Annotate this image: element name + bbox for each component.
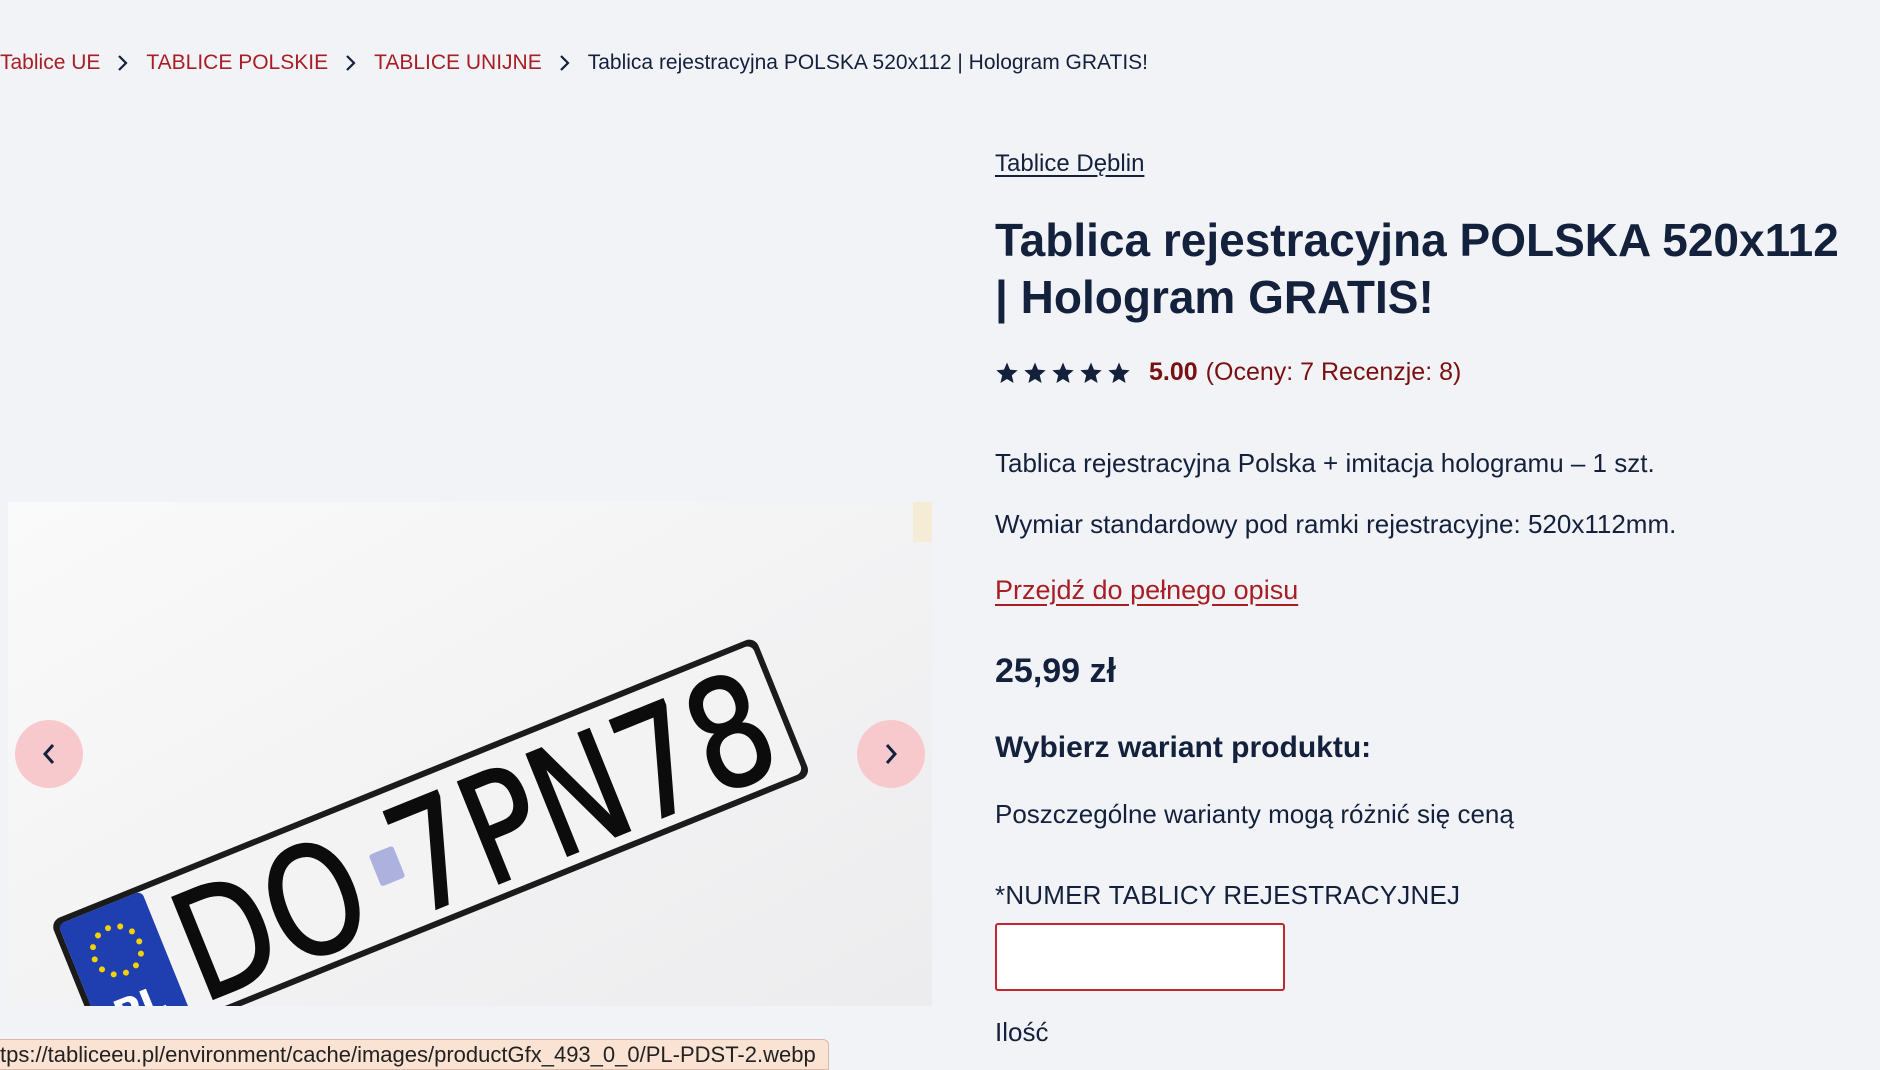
product-image-license-plate: PL DO 7PN78 [8,502,932,1006]
star-icon [1108,362,1130,383]
variant-note: Poszczególne warianty mogą różnić się ce… [995,799,1514,829]
breadcrumb: Tablice UE TABLICE POLSKIE TABLICE UNIJN… [0,50,1148,76]
product-rating[interactable]: 5.00 (Oceny: 7 Recenzje: 8) [995,358,1855,387]
product-gallery[interactable]: PL DO 7PN78 [8,502,932,1006]
chevron-right-icon [885,744,898,764]
gallery-next-button[interactable] [857,720,925,788]
gallery-prev-button[interactable] [15,720,83,788]
star-icon [1024,362,1046,383]
description-line: Tablica rejestracyjna Polska + imitacja … [995,448,1655,478]
rating-score: 5.00 [1149,358,1198,386]
star-icon [1052,362,1074,383]
star-icon [996,362,1018,383]
plate-number-input[interactable] [995,923,1285,991]
short-description: Tablica rejestracyjna Polska + imitacja … [995,445,1855,542]
quantity-label: Ilość [995,1017,1049,1047]
plate-number-label: *NUMER TABLICY REJESTRACYJNEJ [995,880,1461,910]
browser-status-url: tps://tabliceeu.pl/environment/cache/ima… [0,1039,829,1070]
full-description-link[interactable]: Przejdź do pełnego opisu [995,575,1298,606]
chevron-right-icon [100,50,146,76]
breadcrumb-link-tablice-polskie[interactable]: TABLICE POLSKIE [146,51,328,75]
product-price: 25,99 zł [995,652,1116,690]
breadcrumb-link-tablice-ue[interactable]: Tablice UE [0,51,100,75]
product-title: Tablica rejestracyjna POLSKA 520x112 | H… [995,214,1839,323]
star-icon [1080,362,1102,383]
description-line: Wymiar standardowy pod ramki rejestracyj… [995,509,1677,539]
rating-stars [995,361,1131,385]
breadcrumb-current: Tablica rejestracyjna POLSKA 520x112 | H… [587,51,1148,74]
rating-counts: (Oceny: 7 Recenzje: 8) [1205,358,1462,386]
chevron-left-icon [42,744,55,764]
variant-heading: Wybierz wariant produktu: [995,731,1372,764]
chevron-right-icon [542,50,588,76]
brand-link[interactable]: Tablice Dęblin [995,150,1144,178]
breadcrumb-link-tablice-unijne[interactable]: TABLICE UNIJNE [374,51,542,75]
product-info: Tablice Dęblin Tablica rejestracyjna POL… [995,150,1855,1048]
chevron-right-icon [328,50,374,76]
